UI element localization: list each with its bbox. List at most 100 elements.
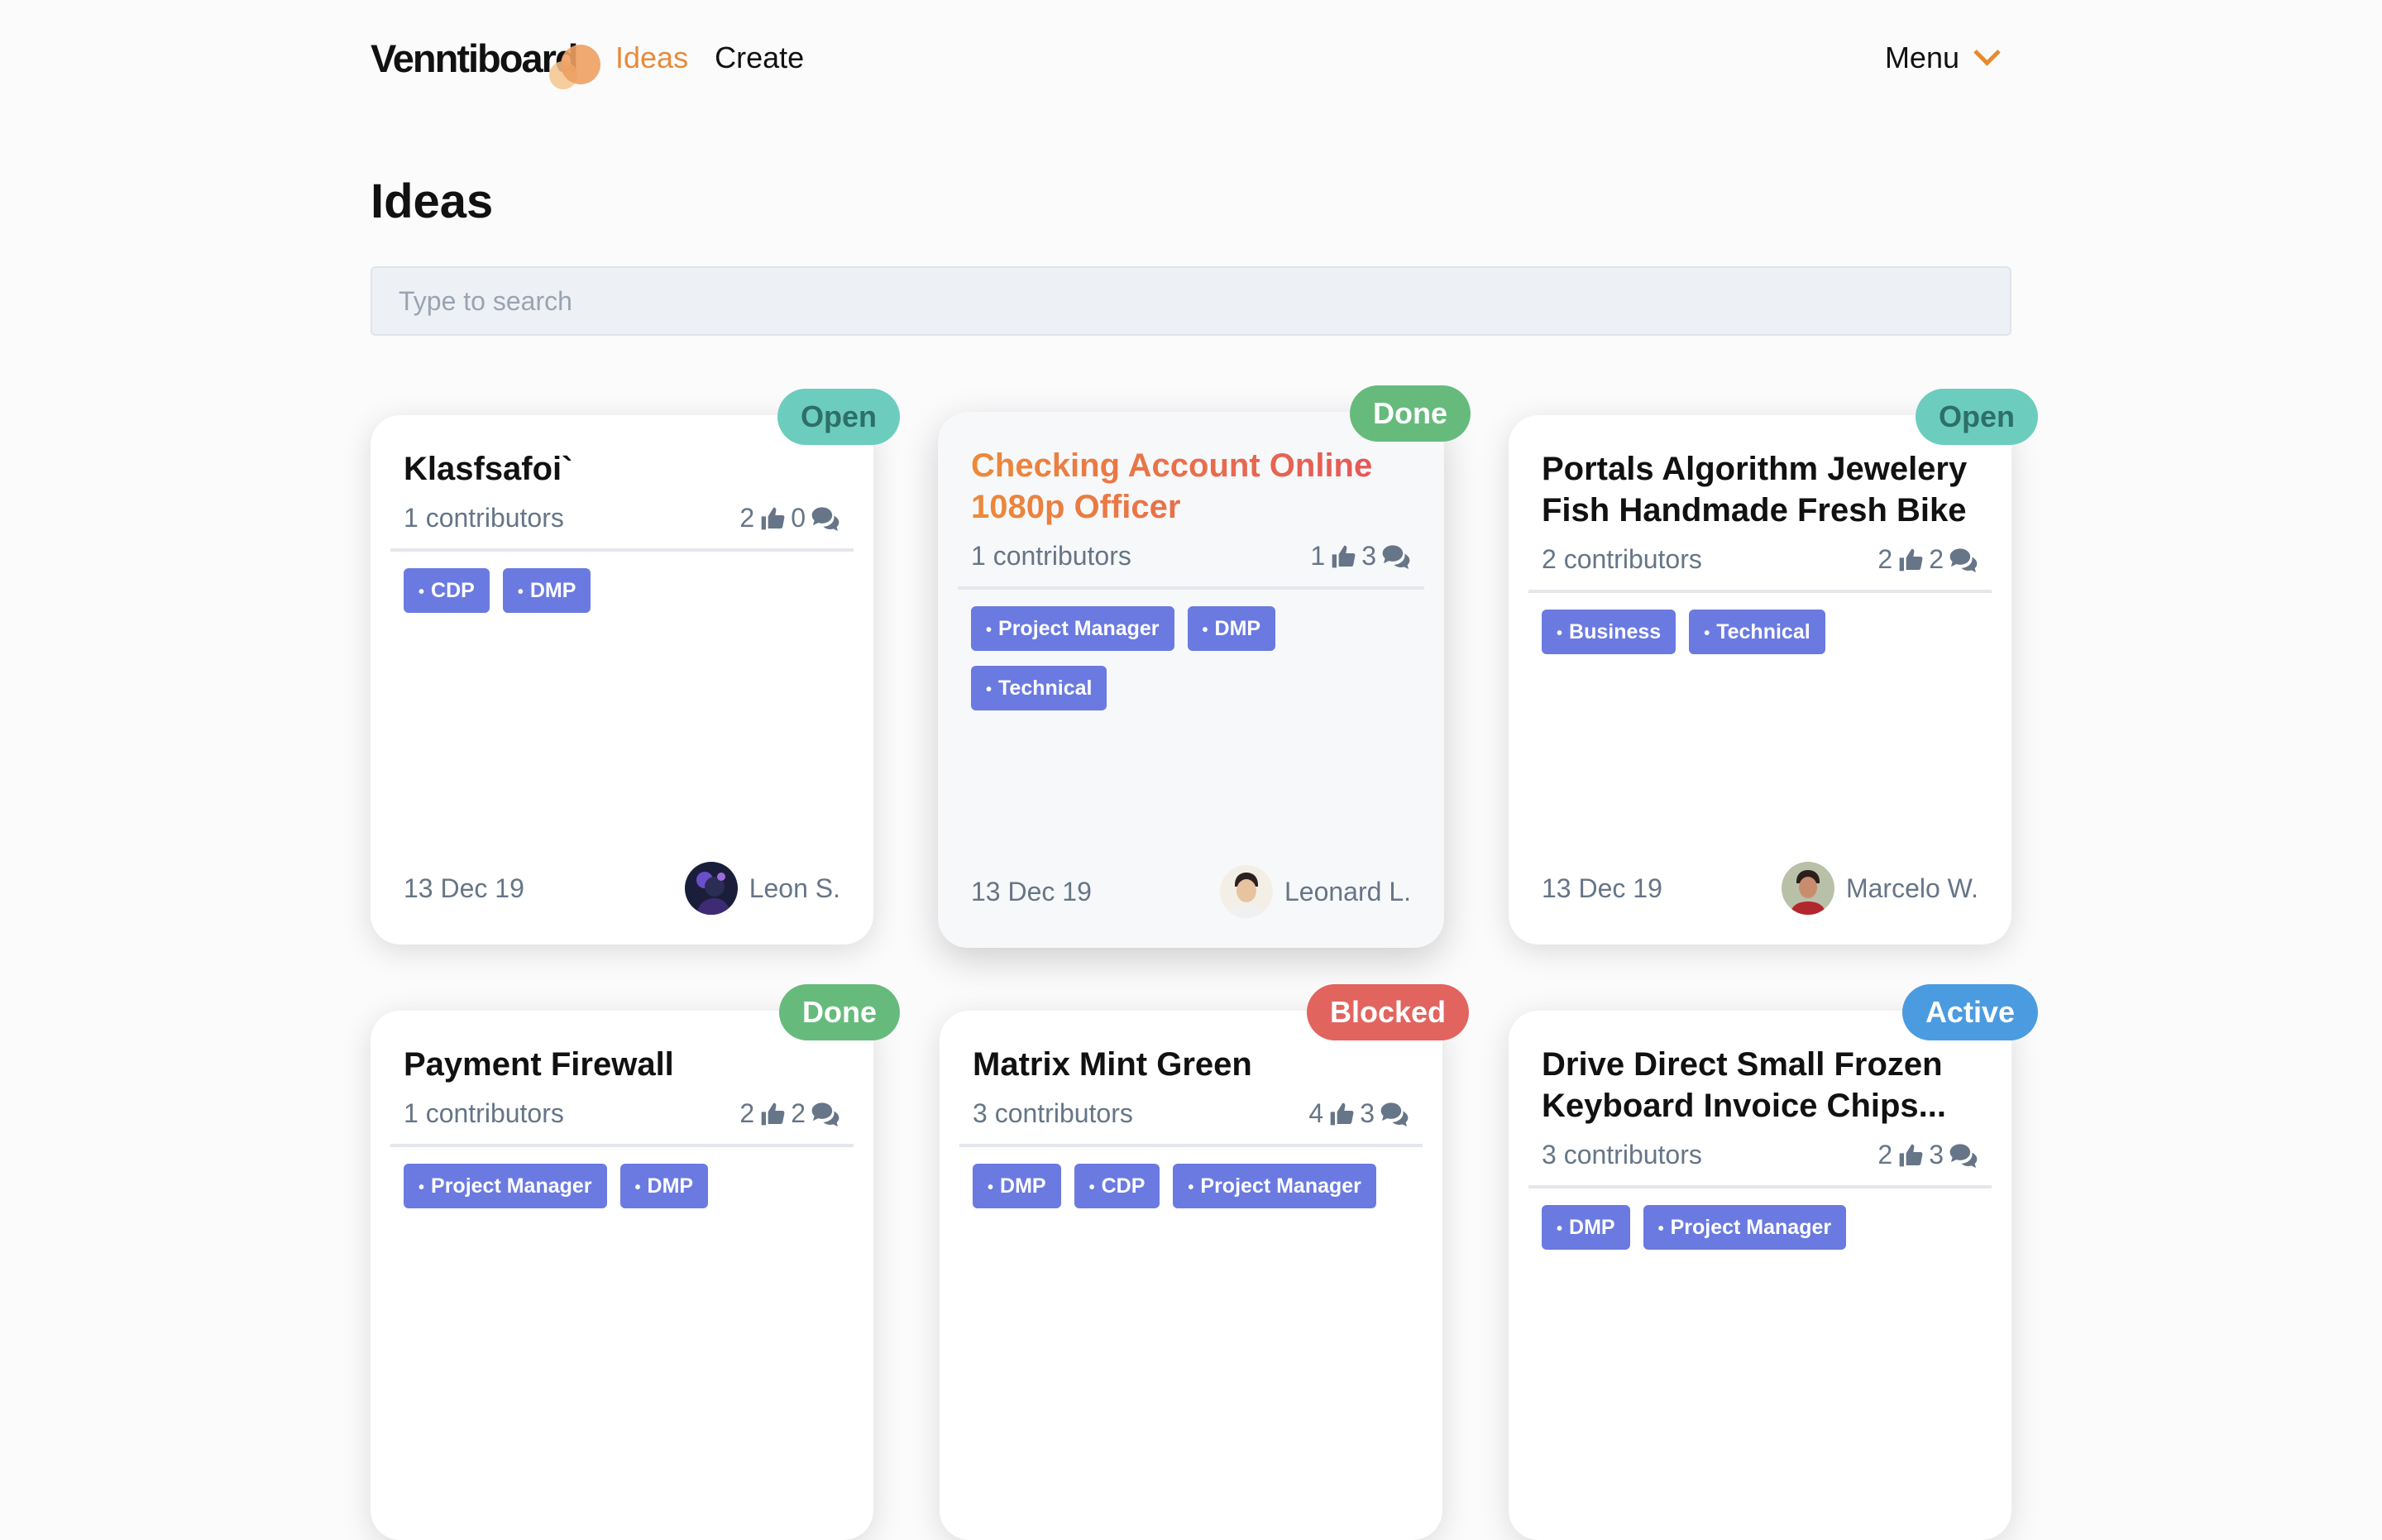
tag[interactable]: Project Manager xyxy=(1643,1205,1847,1250)
idea-date: 13 Dec 19 xyxy=(971,876,1092,906)
thumbs-up-icon xyxy=(1328,1101,1355,1127)
tag[interactable]: Project Manager xyxy=(404,1164,607,1208)
idea-stats: 2 0 xyxy=(739,503,840,533)
comments-icon xyxy=(1949,1143,1978,1168)
contributors-count: 2 contributors xyxy=(1542,544,1702,574)
idea-meta: 3 contributors 4 3 xyxy=(959,1098,1423,1147)
likes-count: 4 xyxy=(1308,1098,1324,1128)
comments-icon xyxy=(1381,544,1411,569)
tag[interactable]: DMP xyxy=(619,1164,709,1208)
likes-count: 1 xyxy=(1310,541,1326,571)
idea-title[interactable]: Checking Account Online 1080p Officer xyxy=(971,445,1411,528)
tag[interactable]: DMP xyxy=(973,1164,1061,1208)
idea-card[interactable]: Active Drive Direct Small Frozen Keyboar… xyxy=(1509,984,2038,1540)
comments-count: 3 xyxy=(1361,541,1376,571)
idea-title[interactable]: Drive Direct Small Frozen Keyboard Invoi… xyxy=(1542,1044,1978,1126)
comments-icon xyxy=(811,506,840,531)
likes-count: 2 xyxy=(739,1098,755,1128)
tag[interactable]: Technical xyxy=(1689,610,1825,654)
comments-count: 2 xyxy=(791,1098,806,1128)
idea-meta: 1 contributors 2 0 xyxy=(390,503,854,552)
nav-ideas-link[interactable]: Ideas xyxy=(615,41,688,75)
tag[interactable]: Project Manager xyxy=(1173,1164,1376,1208)
idea-title[interactable]: Klasfsafoi` xyxy=(404,448,840,490)
idea-title[interactable]: Matrix Mint Green xyxy=(973,1044,1409,1085)
idea-meta: 1 contributors 2 2 xyxy=(390,1098,854,1147)
menu-dropdown[interactable]: Menu xyxy=(1885,33,2011,83)
comments-icon xyxy=(1949,548,1978,572)
card-footer: 13 Dec 19 Leon S. xyxy=(404,862,840,915)
avatar xyxy=(1219,865,1273,918)
author[interactable]: Leonard L. xyxy=(1219,865,1411,918)
tag-list: Business Technical xyxy=(1542,610,1978,654)
thumbs-up-icon xyxy=(1897,547,1924,573)
idea-meta: 3 contributors 2 3 xyxy=(1528,1140,1992,1188)
menu-label: Menu xyxy=(1884,41,1959,74)
status-badge: Blocked xyxy=(1306,984,1469,1040)
nav-create-link[interactable]: Create xyxy=(715,41,804,75)
status-badge: Active xyxy=(1901,984,2038,1040)
search-input[interactable] xyxy=(371,266,2011,336)
tag[interactable]: Business xyxy=(1542,610,1676,654)
idea-meta: 1 contributors 1 3 xyxy=(958,541,1424,590)
tag[interactable]: CDP xyxy=(1074,1164,1160,1208)
tag-list: CDP DMP xyxy=(404,568,840,613)
comments-count: 2 xyxy=(1929,544,1944,574)
card-footer: 13 Dec 19 Marcelo W. xyxy=(1542,862,1978,915)
contributors-count: 3 contributors xyxy=(1542,1140,1702,1169)
idea-date: 13 Dec 19 xyxy=(1542,873,1662,903)
tag[interactable]: DMP xyxy=(1187,606,1276,651)
idea-meta: 2 contributors 2 2 xyxy=(1528,544,1992,593)
tag-list: Project Manager DMP Technical xyxy=(971,606,1411,710)
idea-stats: 1 3 xyxy=(1310,541,1411,572)
idea-date: 13 Dec 19 xyxy=(404,873,524,903)
tag[interactable]: DMP xyxy=(1542,1205,1630,1250)
idea-stats: 4 3 xyxy=(1308,1098,1409,1129)
thumbs-up-icon xyxy=(759,505,786,532)
logo[interactable]: Venntiboard xyxy=(371,33,600,89)
author-name: Leon S. xyxy=(749,873,840,903)
idea-title[interactable]: Portals Algorithm Jewelery Fish Handmade… xyxy=(1542,448,1978,531)
author[interactable]: Marcelo W. xyxy=(1781,862,1978,915)
thumbs-up-icon xyxy=(1897,1142,1924,1169)
contributors-count: 3 contributors xyxy=(973,1098,1133,1128)
comments-icon xyxy=(811,1102,840,1126)
status-badge: Done xyxy=(779,984,900,1040)
comments-icon xyxy=(1380,1102,1409,1126)
card-footer: 13 Dec 19 Leonard L. xyxy=(971,865,1411,918)
tag[interactable]: CDP xyxy=(404,568,490,613)
idea-stats: 2 3 xyxy=(1877,1140,1978,1170)
logo-text: Venntiboard xyxy=(371,36,579,80)
tag-list: DMP CDP Project Manager xyxy=(973,1164,1409,1208)
main-nav: Ideas Create xyxy=(615,33,804,83)
thumbs-up-icon xyxy=(1330,543,1356,570)
tag-list: DMP Project Manager xyxy=(1542,1205,1978,1250)
logo-mark-icon xyxy=(549,41,607,91)
tag[interactable]: Technical xyxy=(971,666,1107,710)
tag-list: Project Manager DMP xyxy=(404,1164,840,1208)
contributors-count: 1 contributors xyxy=(971,541,1131,571)
avatar xyxy=(1781,862,1834,915)
tag[interactable]: DMP xyxy=(502,568,591,613)
likes-count: 2 xyxy=(739,503,755,533)
idea-title[interactable]: Payment Firewall xyxy=(404,1044,840,1085)
idea-card[interactable]: Open Portals Algorithm Jewelery Fish Han… xyxy=(1509,389,2038,945)
idea-card[interactable]: Blocked Matrix Mint Green 3 contributors… xyxy=(940,984,1469,1540)
idea-card[interactable]: Done Checking Account Online 1080p Offic… xyxy=(938,385,1471,948)
contributors-count: 1 contributors xyxy=(404,1098,564,1128)
likes-count: 2 xyxy=(1877,1140,1893,1169)
idea-card[interactable]: Done Payment Firewall 1 contributors 2 2… xyxy=(371,984,900,1540)
author[interactable]: Leon S. xyxy=(684,862,840,915)
tag[interactable]: Project Manager xyxy=(971,606,1174,651)
status-badge: Open xyxy=(1915,389,2038,445)
comments-count: 3 xyxy=(1929,1140,1944,1169)
thumbs-up-icon xyxy=(759,1101,786,1127)
status-badge: Done xyxy=(1350,385,1471,442)
comments-count: 0 xyxy=(791,503,806,533)
idea-stats: 2 2 xyxy=(739,1098,840,1129)
likes-count: 2 xyxy=(1877,544,1893,574)
page-title: Ideas xyxy=(371,175,494,228)
idea-card[interactable]: Open Klasfsafoi` 1 contributors 2 0 CDP … xyxy=(371,389,900,945)
author-name: Marcelo W. xyxy=(1845,873,1978,903)
top-navigation: Venntiboard Ideas Create Menu xyxy=(371,33,2011,89)
